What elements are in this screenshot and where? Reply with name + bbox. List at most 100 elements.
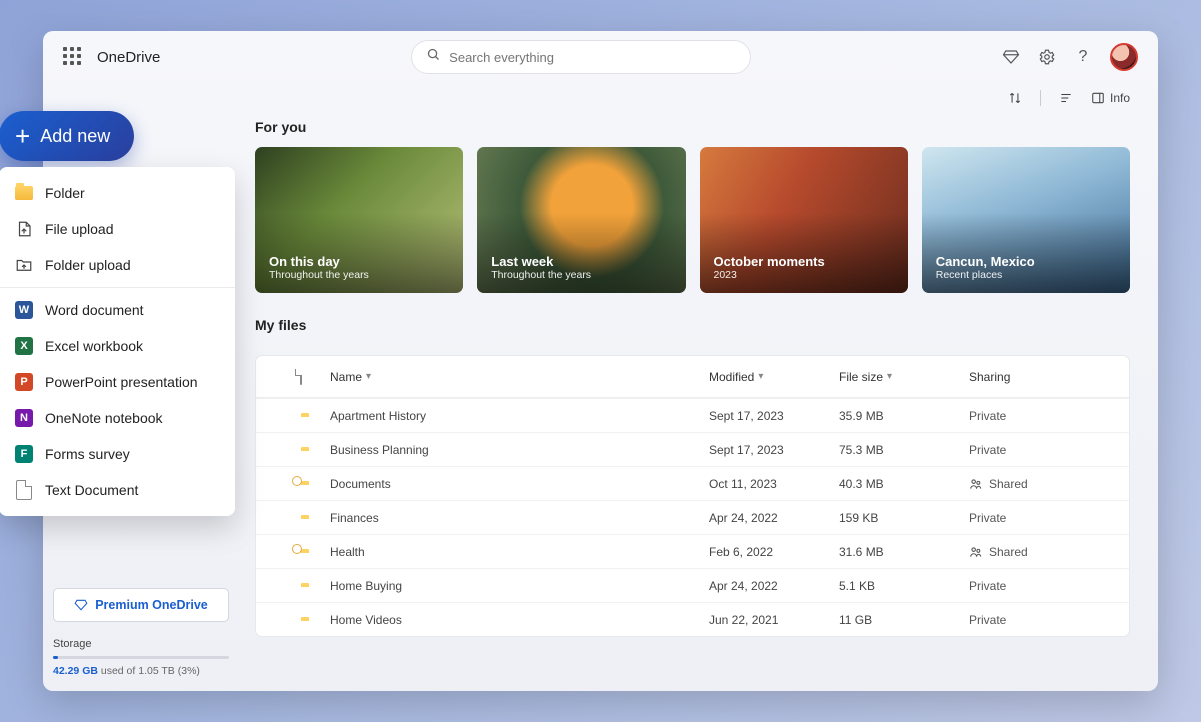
- storage-rest-text: used of 1.05 TB (3%): [98, 665, 200, 677]
- main-content: For you On this day Throughout the years…: [239, 113, 1158, 691]
- table-row[interactable]: Home Videos Jun 22, 2021 11 GB Private: [256, 602, 1129, 636]
- col-sharing[interactable]: Sharing: [969, 370, 1129, 384]
- file-sharing: Shared: [969, 545, 1129, 559]
- dropdown-item[interactable]: Folder: [0, 175, 235, 211]
- col-modified[interactable]: Modified▾: [709, 370, 839, 384]
- dropdown-item[interactable]: File upload: [0, 211, 235, 247]
- table-row[interactable]: Business Planning Sept 17, 2023 75.3 MB …: [256, 432, 1129, 466]
- card-subtitle: 2023: [714, 269, 894, 281]
- file-modified: Jun 22, 2021: [709, 613, 839, 627]
- file-size: 31.6 MB: [839, 545, 969, 559]
- table-row[interactable]: Health Feb 6, 2022 31.6 MB Shared: [256, 534, 1129, 568]
- dropdown-item-label: Word document: [45, 302, 144, 318]
- file-name: Home Videos: [330, 613, 709, 627]
- file-sharing: Private: [969, 511, 1129, 525]
- search-box[interactable]: [411, 40, 751, 74]
- user-avatar[interactable]: [1110, 43, 1138, 71]
- folder-upload-icon: [15, 256, 33, 274]
- dropdown-item-label: PowerPoint presentation: [45, 374, 198, 390]
- app-window: OneDrive ? Info: [43, 31, 1158, 691]
- dropdown-item[interactable]: P PowerPoint presentation: [0, 364, 235, 400]
- app-launcher-icon[interactable]: [63, 47, 83, 67]
- file-size: 11 GB: [839, 613, 969, 627]
- sort-toggle-icon[interactable]: [1008, 91, 1022, 105]
- col-size[interactable]: File size▾: [839, 370, 969, 384]
- dropdown-item[interactable]: W Word document: [0, 292, 235, 328]
- file-size: 159 KB: [839, 511, 969, 525]
- card-title: Last week: [491, 254, 671, 269]
- premium-onedrive-button[interactable]: Premium OneDrive: [53, 588, 229, 622]
- file-modified: Feb 6, 2022: [709, 545, 839, 559]
- brand-label: OneDrive: [97, 49, 160, 66]
- file-modified: Oct 11, 2023: [709, 477, 839, 491]
- onenote-icon: N: [15, 409, 33, 427]
- text-doc-icon: [15, 481, 33, 499]
- premium-diamond-icon[interactable]: [1002, 48, 1020, 66]
- add-new-dropdown: Folder File upload Folder upload W Word d…: [0, 167, 235, 516]
- toolbar-separator: [1040, 90, 1041, 106]
- table-row[interactable]: Home Buying Apr 24, 2022 5.1 KB Private: [256, 568, 1129, 602]
- search-input[interactable]: [449, 50, 736, 65]
- card-subtitle: Throughout the years: [491, 269, 671, 281]
- file-sharing: Private: [969, 443, 1129, 457]
- file-size: 40.3 MB: [839, 477, 969, 491]
- my-files-title: My files: [255, 317, 1130, 333]
- dropdown-item-label: OneNote notebook: [45, 410, 163, 426]
- file-sharing: Private: [969, 409, 1129, 423]
- file-modified: Apr 24, 2022: [709, 579, 839, 593]
- help-icon[interactable]: ?: [1074, 48, 1092, 66]
- storage-bar-fill: [53, 656, 58, 659]
- folder-icon: [15, 184, 33, 202]
- powerpoint-icon: P: [15, 373, 33, 391]
- file-size: 75.3 MB: [839, 443, 969, 457]
- storage-heading: Storage: [53, 638, 229, 650]
- dropdown-item-label: Excel workbook: [45, 338, 143, 354]
- for-you-row: On this day Throughout the yearsLast wee…: [255, 147, 1130, 293]
- dropdown-item[interactable]: Text Document: [0, 472, 235, 508]
- for-you-card[interactable]: On this day Throughout the years: [255, 147, 463, 293]
- add-new-button[interactable]: + Add new: [0, 111, 134, 161]
- file-modified: Apr 24, 2022: [709, 511, 839, 525]
- info-pane-label: Info: [1110, 91, 1130, 105]
- file-modified: Sept 17, 2023: [709, 409, 839, 423]
- file-name: Home Buying: [330, 579, 709, 593]
- forms-icon: F: [15, 445, 33, 463]
- premium-label: Premium OneDrive: [95, 598, 208, 612]
- view-options-icon[interactable]: [1059, 91, 1073, 105]
- file-name: Finances: [330, 511, 709, 525]
- col-name[interactable]: Name▾: [330, 370, 709, 384]
- dropdown-item[interactable]: X Excel workbook: [0, 328, 235, 364]
- card-subtitle: Recent places: [936, 269, 1116, 281]
- files-table-header: Name▾ Modified▾ File size▾ Sharing: [256, 356, 1129, 398]
- header-actions: ?: [1002, 43, 1138, 71]
- excel-icon: X: [15, 337, 33, 355]
- dropdown-item-label: File upload: [45, 221, 114, 237]
- file-modified: Sept 17, 2023: [709, 443, 839, 457]
- for-you-card[interactable]: October moments 2023: [700, 147, 908, 293]
- file-name: Business Planning: [330, 443, 709, 457]
- dropdown-item-label: Folder: [45, 185, 85, 201]
- table-row[interactable]: Documents Oct 11, 2023 40.3 MB Shared: [256, 466, 1129, 500]
- dropdown-item-label: Text Document: [45, 482, 138, 498]
- dropdown-item[interactable]: N OneNote notebook: [0, 400, 235, 436]
- storage-usage-text[interactable]: 42.29 GB used of 1.05 TB (3%): [53, 665, 229, 677]
- for-you-card[interactable]: Last week Throughout the years: [477, 147, 685, 293]
- for-you-card[interactable]: Cancun, Mexico Recent places: [922, 147, 1130, 293]
- file-type-header-icon[interactable]: [300, 370, 330, 384]
- dropdown-item[interactable]: Folder upload: [0, 247, 235, 283]
- add-new-label: Add new: [40, 126, 110, 147]
- table-row[interactable]: Finances Apr 24, 2022 159 KB Private: [256, 500, 1129, 534]
- dropdown-separator: [0, 287, 235, 288]
- info-pane-toggle[interactable]: Info: [1091, 91, 1130, 105]
- file-upload-icon: [15, 220, 33, 238]
- settings-gear-icon[interactable]: [1038, 48, 1056, 66]
- for-you-title: For you: [255, 119, 1130, 135]
- file-name: Documents: [330, 477, 709, 491]
- dropdown-item[interactable]: F Forms survey: [0, 436, 235, 472]
- search-icon: [426, 47, 441, 67]
- file-size: 5.1 KB: [839, 579, 969, 593]
- dropdown-item-label: Forms survey: [45, 446, 130, 462]
- dropdown-item-label: Folder upload: [45, 257, 131, 273]
- table-row[interactable]: Apartment History Sept 17, 2023 35.9 MB …: [256, 398, 1129, 432]
- view-toolbar: Info: [43, 83, 1158, 113]
